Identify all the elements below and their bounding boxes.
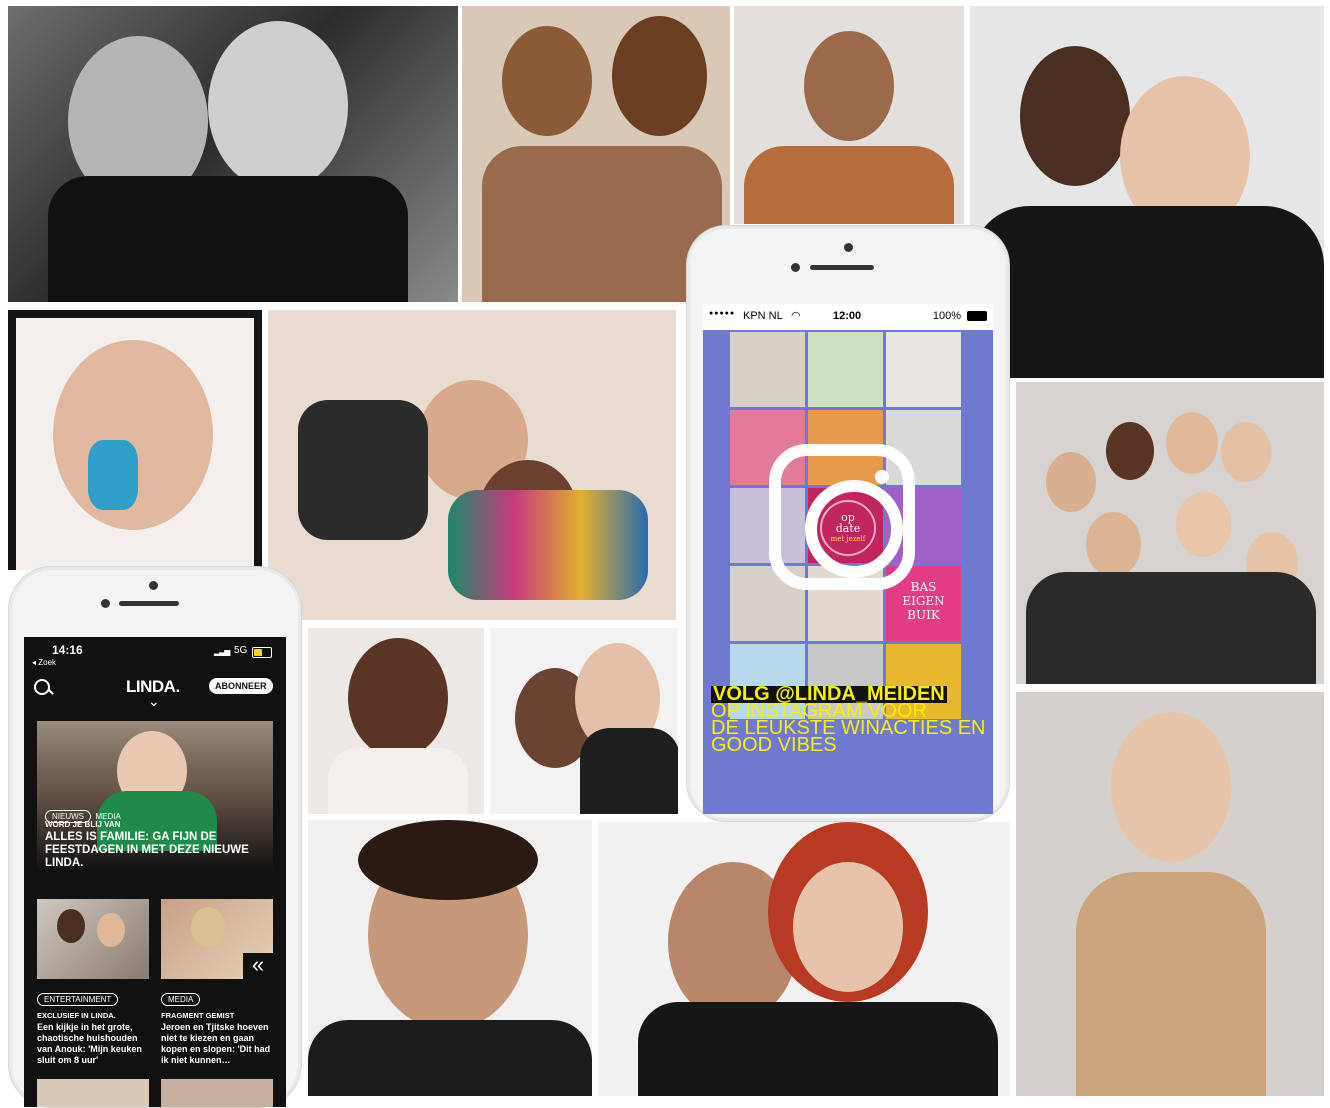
photo-figure: [208, 21, 348, 191]
grid-post[interactable]: [730, 332, 805, 407]
photo-tile-woman-shorthair: [1016, 692, 1324, 1096]
photo-figure: [1076, 872, 1266, 1096]
status-bar: ●●●●● KPN NL ◠ 12:00 100%: [703, 304, 993, 330]
photo-figure: [308, 1020, 592, 1096]
phone-camera: [844, 243, 853, 252]
photo-figure: [1176, 492, 1231, 557]
signal-icon: ▂▃▅: [214, 647, 231, 656]
instagram-lens: [805, 480, 903, 578]
bump-line: EIGEN: [902, 594, 945, 608]
article-card[interactable]: « MEDIA FRAGMENT GEMIST Jeroen en Tjitsk…: [161, 899, 273, 1099]
phone-camera: [101, 599, 110, 608]
battery-icon: [252, 647, 272, 658]
photo-tile-blue-tongue: [8, 310, 262, 570]
article-thumb-peek[interactable]: [161, 1079, 273, 1107]
photo-tile-man-beard: [308, 820, 592, 1096]
subscribe-button[interactable]: ABONNEER: [209, 678, 273, 694]
photo-tile-couple-redhead: [598, 822, 1010, 1096]
photo-tile-young-couple: [490, 628, 678, 814]
back-link[interactable]: ◂ Zoek: [32, 658, 56, 667]
instagram-cta: VOLG @LINDA_MEIDEN OP INSTAGRAM VOOR DE …: [711, 684, 991, 756]
card-tag[interactable]: MEDIA: [161, 993, 201, 1006]
photo-figure: [88, 440, 138, 510]
linda-phone-mockup: 14:16 ◂ Zoek ▂▃▅ 5G LINDA. ABONNEER ⌄ NI…: [8, 566, 302, 1108]
photo-figure: [358, 820, 538, 900]
article-thumb: «: [161, 899, 273, 979]
photo-figure: [612, 16, 707, 136]
instagram-logo-icon: [769, 444, 915, 590]
photo-figure: [448, 490, 648, 600]
photo-tile-woman-curly: [308, 628, 484, 814]
clock-label: 12:00: [833, 310, 862, 322]
photo-figure: [191, 907, 225, 947]
chevron-down-icon[interactable]: ⌄: [148, 693, 160, 710]
photo-tile-man-thinking: [734, 6, 964, 224]
photo-figure: [1086, 512, 1141, 577]
bump-line: BUIK: [907, 608, 940, 622]
phone-speaker: [810, 265, 874, 270]
article-thumb-peek[interactable]: [37, 1079, 149, 1107]
card-title[interactable]: Jeroen en Tjitske hoeven niet te kiezen …: [161, 1022, 273, 1066]
network-label: 5G: [234, 645, 248, 656]
instagram-flash: [875, 470, 889, 484]
photo-figure: [57, 909, 85, 943]
article-thumb: [37, 899, 149, 979]
photo-figure: [1166, 412, 1218, 474]
instagram-screen: ●●●●● KPN NL ◠ 12:00 100% op date met je…: [703, 304, 993, 814]
photo-figure: [744, 146, 954, 224]
hero-headline[interactable]: ALLES IS FAMILIE: GA FIJN DE FEESTDAGEN …: [45, 831, 260, 870]
carrier-label: KPN NL: [743, 310, 783, 322]
linda-app-screen: 14:16 ◂ Zoek ▂▃▅ 5G LINDA. ABONNEER ⌄ NI…: [24, 637, 286, 1107]
hero-article-card[interactable]: NIEUWS MEDIA WORD JE BLIJ VAN ALLES IS F…: [37, 721, 273, 871]
photo-figure: [1106, 422, 1154, 480]
photo-figure: [804, 31, 894, 141]
instagram-phone-mockup: ●●●●● KPN NL ◠ 12:00 100% op date met je…: [686, 225, 1010, 822]
clock-label: 14:16: [52, 643, 83, 657]
photo-figure: [1026, 572, 1316, 684]
photo-figure: [580, 728, 678, 814]
phone-camera: [791, 263, 800, 272]
search-icon-handle: [48, 689, 54, 695]
rewind-icon[interactable]: «: [243, 953, 273, 979]
card-kicker: EXCLUSIEF IN LINDA.: [37, 1011, 116, 1020]
grid-post[interactable]: [886, 332, 961, 407]
photo-figure: [348, 638, 448, 758]
phone-speaker: [119, 601, 179, 606]
photo-figure: [502, 26, 592, 136]
phone-camera: [149, 581, 158, 590]
photo-tile-couple-smiling: [970, 6, 1324, 378]
photo-figure: [638, 1002, 998, 1096]
search-icon[interactable]: [34, 679, 50, 695]
battery-icon: [967, 311, 987, 321]
photo-figure: [1111, 712, 1231, 862]
photo-figure: [1020, 46, 1130, 186]
status-bar: 14:16 ◂ Zoek ▂▃▅ 5G: [24, 637, 286, 673]
wifi-icon: ◠: [791, 310, 801, 322]
photo-figure: [1221, 422, 1271, 482]
article-card[interactable]: ENTERTAINMENT EXCLUSIEF IN LINDA. Een ki…: [37, 899, 149, 1099]
photo-figure: [1046, 452, 1096, 512]
card-title[interactable]: Een kijkje in het grote, chaotische huis…: [37, 1022, 149, 1066]
photo-figure: [970, 206, 1324, 378]
cta-line: GOOD VIBES: [711, 734, 837, 756]
photo-tile-bw-couple: [8, 6, 458, 302]
photo-figure: [328, 748, 468, 814]
grid-post[interactable]: [808, 332, 883, 407]
photo-figure: [48, 176, 408, 302]
app-header: LINDA. ABONNEER ⌄: [24, 675, 286, 715]
photo-tile-group: [1016, 382, 1324, 684]
photo-tile-couple-lying: [268, 310, 676, 620]
card-kicker: FRAGMENT GEMIST: [161, 1011, 235, 1020]
card-tag[interactable]: ENTERTAINMENT: [37, 993, 119, 1006]
hero-kicker: WORD JE BLIJ VAN: [45, 820, 121, 829]
battery-label: 100%: [932, 310, 961, 322]
photo-figure: [298, 400, 428, 540]
photo-figure: [793, 862, 903, 992]
photo-figure: [97, 913, 125, 947]
signal-strength: ●●●●●: [709, 310, 736, 317]
